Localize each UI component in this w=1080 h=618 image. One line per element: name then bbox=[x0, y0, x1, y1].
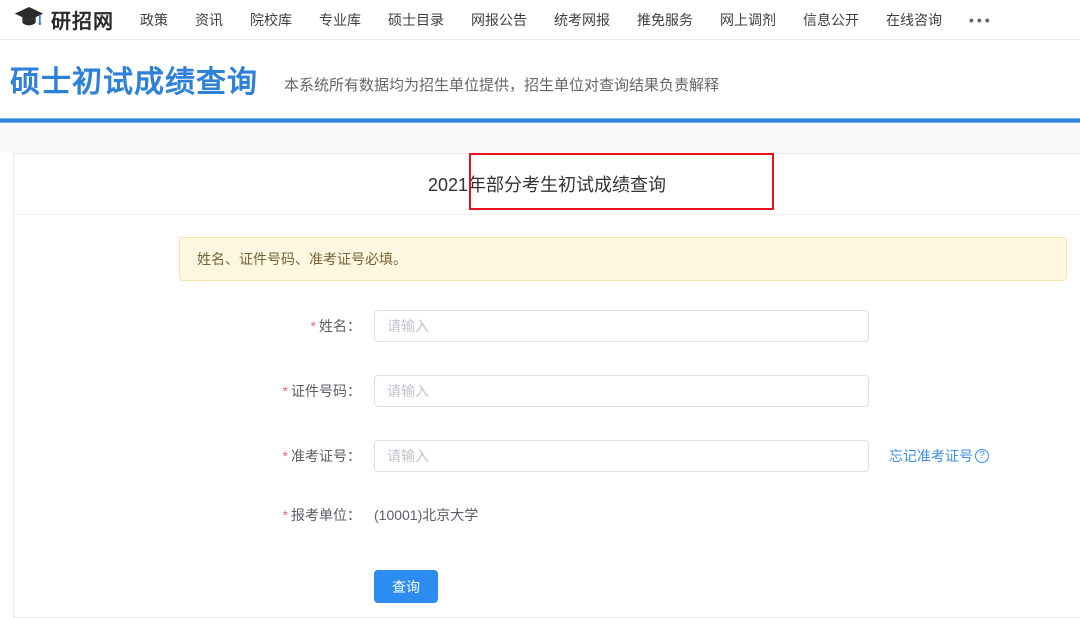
query-button[interactable]: 查询 bbox=[374, 570, 438, 603]
form-row-admission-ticket: *准考证号： 忘记准考证号 ? bbox=[14, 440, 1080, 472]
form-row-unit: *报考单位： (10001)北京大学 bbox=[14, 505, 1080, 525]
nav-item-policy[interactable]: 政策 bbox=[140, 10, 168, 30]
submit-row: 查询 bbox=[374, 570, 1080, 603]
form-row-id-number: *证件号码： bbox=[14, 375, 1080, 407]
query-panel: 2021年部分考生初试成绩查询 姓名、证件号码、准考证号必填。 *姓名： *证件… bbox=[13, 153, 1080, 618]
nav-item-college-library[interactable]: 院校库 bbox=[250, 10, 292, 30]
name-input[interactable] bbox=[374, 310, 869, 342]
nav-item-exemption-service[interactable]: 推免服务 bbox=[637, 10, 693, 30]
panel-body: 姓名、证件号码、准考证号必填。 *姓名： *证件号码： bbox=[14, 215, 1080, 603]
name-control bbox=[374, 310, 869, 342]
nav-item-online-consult[interactable]: 在线咨询 bbox=[886, 10, 942, 30]
id-number-control bbox=[374, 375, 869, 407]
gray-band bbox=[0, 123, 1080, 153]
admission-ticket-control: 忘记准考证号 ? bbox=[374, 440, 989, 472]
forgot-ticket-link[interactable]: 忘记准考证号 ? bbox=[889, 446, 989, 466]
page-header: 硕士初试成绩查询 本系统所有数据均为招生单位提供，招生单位对查询结果负责解释 bbox=[0, 40, 1080, 118]
nav-item-info-disclosure[interactable]: 信息公开 bbox=[803, 10, 859, 30]
nav-item-unified-exam-report[interactable]: 统考网报 bbox=[554, 10, 610, 30]
top-navbar: 研招网 政策 资讯 院校库 专业库 硕士目录 网报公告 统考网报 推免服务 网上… bbox=[0, 0, 1080, 40]
graduation-cap-icon bbox=[14, 6, 44, 33]
page-subtitle: 本系统所有数据均为招生单位提供，招生单位对查询结果负责解释 bbox=[284, 74, 719, 95]
page-title: 硕士初试成绩查询 bbox=[10, 57, 258, 101]
required-asterisk: * bbox=[311, 318, 316, 334]
site-logo-text: 研招网 bbox=[51, 5, 114, 34]
required-asterisk: * bbox=[283, 507, 288, 523]
unit-control: (10001)北京大学 bbox=[374, 505, 478, 525]
nav-item-major-library[interactable]: 专业库 bbox=[319, 10, 361, 30]
question-circle-icon: ? bbox=[975, 449, 989, 463]
unit-value: (10001)北京大学 bbox=[374, 505, 478, 525]
id-number-label: *证件号码： bbox=[14, 381, 361, 401]
score-query-form: *姓名： *证件号码： *准考证号： bbox=[14, 310, 1080, 603]
nav-item-online-adjustment[interactable]: 网上调剂 bbox=[720, 10, 776, 30]
id-number-input[interactable] bbox=[374, 375, 869, 407]
required-asterisk: * bbox=[283, 448, 288, 464]
admission-ticket-label: *准考证号： bbox=[14, 446, 361, 466]
unit-label: *报考单位： bbox=[14, 505, 361, 525]
form-row-name: *姓名： bbox=[14, 310, 1080, 342]
nav-item-master-catalog[interactable]: 硕士目录 bbox=[388, 10, 444, 30]
nav-more-button[interactable]: ••• bbox=[969, 12, 993, 28]
panel-header: 2021年部分考生初试成绩查询 bbox=[14, 154, 1080, 215]
site-logo[interactable]: 研招网 bbox=[14, 5, 114, 34]
nav-links: 政策 资讯 院校库 专业库 硕士目录 网报公告 统考网报 推免服务 网上调剂 信… bbox=[140, 10, 993, 30]
panel-title: 2021年部分考生初试成绩查询 bbox=[428, 171, 666, 197]
nav-item-news[interactable]: 资讯 bbox=[195, 10, 223, 30]
nav-item-online-report-notice[interactable]: 网报公告 bbox=[471, 10, 527, 30]
name-label: *姓名： bbox=[14, 316, 361, 336]
required-asterisk: * bbox=[283, 383, 288, 399]
alert-text: 姓名、证件号码、准考证号必填。 bbox=[197, 249, 407, 269]
admission-ticket-input[interactable] bbox=[374, 440, 869, 472]
required-fields-alert: 姓名、证件号码、准考证号必填。 bbox=[179, 237, 1067, 281]
